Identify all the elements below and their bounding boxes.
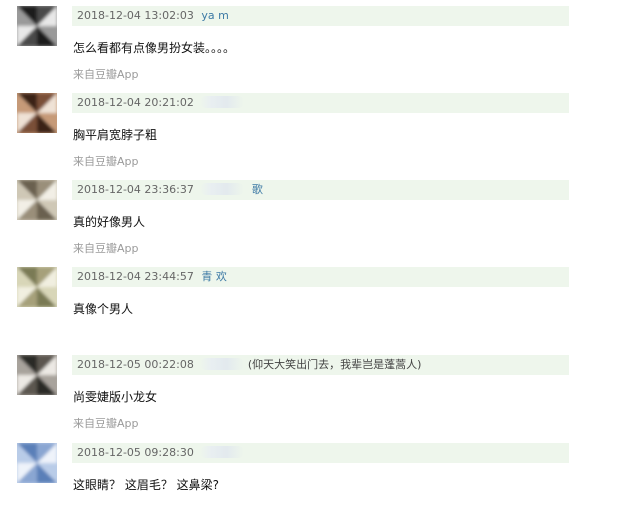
- comment-source: 来自豆瓣App: [73, 155, 139, 168]
- comment-header: 2018-12-04 23:36:37 歌: [72, 180, 569, 200]
- comment-item: 2018-12-04 20:21:02 胸平肩宽脖子粗 来自豆瓣App: [0, 93, 640, 179]
- avatar-image: [17, 180, 57, 220]
- author-link[interactable]: 青 欢: [201, 270, 227, 283]
- comment-item: 2018-12-04 23:36:37 歌 真的好像男人 来自豆瓣App: [0, 180, 640, 266]
- comment-item: 2018-12-05 00:22:08 (仰天大笑出门去，我辈岂是蓬蒿人) 尚雯…: [0, 355, 640, 441]
- avatar[interactable]: [17, 267, 57, 307]
- avatar-image: [17, 6, 57, 46]
- avatar[interactable]: [17, 443, 57, 483]
- avatar-image: [17, 443, 57, 483]
- avatar[interactable]: [17, 93, 57, 133]
- comment-source: 来自豆瓣App: [73, 242, 139, 255]
- avatar[interactable]: [17, 6, 57, 46]
- comment-time: 2018-12-04 23:36:37: [77, 183, 194, 196]
- comment-time: 2018-12-05 09:28:30: [77, 446, 194, 459]
- comment-header: 2018-12-04 20:21:02: [72, 93, 569, 113]
- author-link[interactable]: ya m: [201, 9, 228, 22]
- comment-item: 2018-12-04 13:02:03 ya m 怎么看都有点像男扮女装。。。。…: [0, 6, 640, 92]
- comment-header: 2018-12-05 00:22:08 (仰天大笑出门去，我辈岂是蓬蒿人): [72, 355, 569, 375]
- author-link[interactable]: (仰天大笑出门去，我辈岂是蓬蒿人): [248, 358, 422, 371]
- comment-item: 2018-12-05 09:28:30 这眼睛？ 这眉毛？ 这鼻梁?: [0, 443, 640, 529]
- avatar[interactable]: [17, 180, 57, 220]
- comment-time: 2018-12-05 00:22:08: [77, 358, 194, 371]
- blurred-author: [200, 96, 245, 108]
- comment-text: 真的好像男人: [73, 215, 146, 229]
- blurred-author: [200, 358, 245, 370]
- comment-time: 2018-12-04 13:02:03: [77, 9, 194, 22]
- comment-header: 2018-12-04 13:02:03 ya m: [72, 6, 569, 26]
- comment-text: 怎么看都有点像男扮女装。。。。: [73, 41, 236, 55]
- comment-time: 2018-12-04 20:21:02: [77, 96, 194, 109]
- comment-header: 2018-12-05 09:28:30: [72, 443, 569, 463]
- avatar-image: [17, 355, 57, 395]
- blurred-author: [200, 183, 245, 195]
- comment-text: 这眼睛？ 这眉毛？ 这鼻梁?: [73, 478, 219, 492]
- comment-text: 胸平肩宽脖子粗: [73, 128, 158, 142]
- comment-text: 尚雯婕版小龙女: [73, 390, 158, 404]
- avatar[interactable]: [17, 355, 57, 395]
- comment-item: 2018-12-04 23:44:57 青 欢 真像个男人: [0, 267, 640, 353]
- comment-time: 2018-12-04 23:44:57: [77, 270, 194, 283]
- author-link[interactable]: 歌: [252, 183, 263, 196]
- comment-text: 真像个男人: [73, 302, 134, 316]
- avatar-image: [17, 267, 57, 307]
- blurred-author: [200, 446, 245, 458]
- comment-source: 来自豆瓣App: [73, 417, 139, 430]
- comment-source: 来自豆瓣App: [73, 68, 139, 81]
- comment-header: 2018-12-04 23:44:57 青 欢: [72, 267, 569, 287]
- avatar-image: [17, 93, 57, 133]
